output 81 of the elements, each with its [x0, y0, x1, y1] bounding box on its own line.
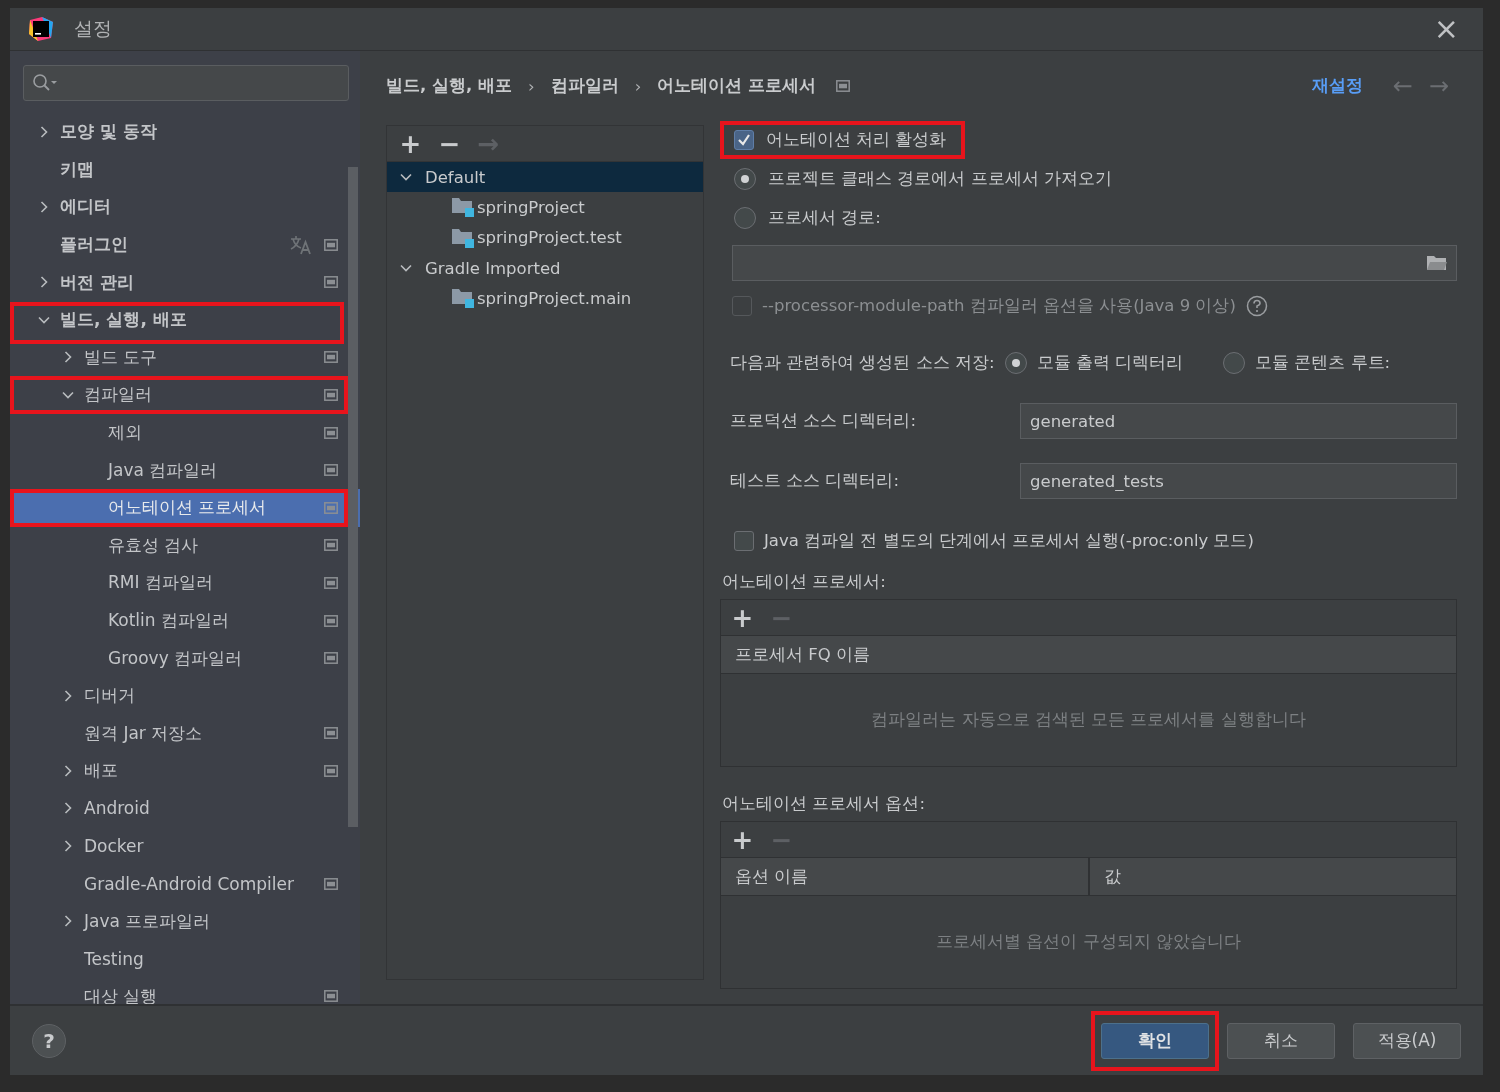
settings-tree-item[interactable]: 원격 Jar 저장소: [10, 714, 360, 753]
module-folder-icon: [451, 226, 475, 249]
radio-label: 모듈 출력 디렉터리: [1036, 352, 1184, 374]
profile-tree-item[interactable]: Default: [387, 162, 703, 193]
empty-table-text: 컴파일러는 자동으로 검색된 모든 프로세서를 실행합니다: [871, 709, 1306, 731]
settings-tree-item[interactable]: 플러그인: [10, 225, 360, 264]
dialog-button[interactable]: 취소: [1227, 1022, 1335, 1059]
checkbox-row[interactable]: 어노테이션 처리 활성화: [720, 121, 965, 159]
settings-tree-item[interactable]: Testing: [10, 940, 360, 978]
directory-field[interactable]: generated: [1020, 403, 1457, 439]
settings-tree-item[interactable]: 대상 실행: [10, 977, 360, 1004]
profile-tree-item[interactable]: springProject.main: [387, 283, 703, 314]
settings-tree-item[interactable]: Gradle-Android Compiler: [10, 864, 360, 903]
profile-tree-item[interactable]: springProject.test: [387, 222, 703, 253]
radio-button[interactable]: [734, 206, 756, 229]
settings-tree-item[interactable]: Android: [10, 789, 360, 828]
search-field[interactable]: [23, 65, 349, 101]
toolbar-button[interactable]: +: [391, 129, 430, 158]
radio-button[interactable]: [1004, 352, 1027, 374]
settings-tree-item[interactable]: Groovy 컴파일러: [10, 639, 360, 677]
empty-table-text: 프로세서별 옵션이 구성되지 않았습니다: [936, 931, 1241, 953]
dialog-button[interactable]: 적용(A): [1353, 1022, 1461, 1059]
module-folder-icon: [451, 196, 475, 219]
help-icon[interactable]: [1245, 295, 1268, 317]
section-label: 어노테이션 프로세서 옵션:: [721, 793, 927, 815]
column-header[interactable]: 옵션 이름: [721, 858, 1090, 895]
settings-tree-item[interactable]: 어노테이션 프로세서: [10, 488, 360, 527]
settings-tree-item[interactable]: Kotlin 컴파일러: [10, 601, 360, 640]
search-icon: [32, 73, 58, 93]
checkbox[interactable]: [734, 531, 754, 551]
breadcrumb-separator: ›: [634, 76, 642, 96]
help-button[interactable]: ?: [32, 1023, 66, 1058]
radio-label: 프로젝트 클래스 경로에서 프로세서 가져오기: [768, 167, 1112, 190]
processor-path-field[interactable]: [732, 245, 1457, 281]
radio-label: 프로세서 경로:: [768, 206, 881, 229]
field-label: 테스트 소스 디렉터리:: [730, 470, 901, 492]
settings-tree-item[interactable]: Docker: [10, 827, 360, 865]
settings-tree-item[interactable]: 에디터: [10, 188, 360, 226]
checkbox-label: --processor-module-path 컴파일러 옵션을 사용(Java 9 이상): [762, 295, 1236, 317]
app-logo-icon: [28, 16, 54, 42]
settings-tree-item[interactable]: Java 컴파일러: [10, 451, 360, 489]
toolbar-button[interactable]: +: [723, 825, 762, 854]
breadcrumb-item: 빌드, 실행, 배포: [386, 75, 513, 97]
project-scope-icon: [836, 80, 850, 92]
radio-button[interactable]: [734, 167, 756, 190]
close-button[interactable]: ×: [1427, 14, 1465, 44]
field-label: 다음과 관련하여 생성된 소스 저장:: [730, 352, 995, 374]
checkbox-label: Java 컴파일 전 별도의 단계에서 프로세서 실행(-proc:only 모드): [764, 530, 1254, 552]
scrollbar-thumb[interactable]: [348, 167, 358, 827]
radio-label: 모듈 콘텐츠 루트:: [1255, 352, 1391, 374]
column-header[interactable]: 프로세서 FQ 이름: [721, 636, 1456, 673]
directory-field[interactable]: generated_tests: [1020, 463, 1457, 499]
breadcrumb-separator: ›: [528, 76, 535, 96]
profile-tree-item[interactable]: springProject: [387, 192, 703, 223]
settings-tree-item[interactable]: 버전 관리: [10, 263, 360, 301]
window-title: 설정: [74, 16, 112, 41]
toolbar-button[interactable]: −: [430, 129, 469, 158]
module-folder-icon: [451, 287, 475, 310]
settings-tree-item[interactable]: 모양 및 동작: [10, 113, 360, 151]
settings-tree-item[interactable]: RMI 컴파일러: [10, 564, 360, 602]
breadcrumb-item: 컴파일러: [550, 75, 619, 97]
settings-tree-item[interactable]: 디버거: [10, 676, 360, 715]
reset-link[interactable]: 재설정: [1311, 75, 1363, 97]
column-header[interactable]: 값: [1089, 858, 1456, 895]
settings-tree-item[interactable]: Java 프로파일러: [10, 902, 360, 941]
toolbar-button[interactable]: +: [723, 603, 762, 632]
settings-tree-item[interactable]: 컴파일러: [10, 376, 360, 414]
settings-tree-item[interactable]: 유효성 검사: [10, 526, 360, 565]
field-label: 프로덕션 소스 디렉터리:: [730, 410, 918, 432]
dialog-button[interactable]: 확인: [1101, 1022, 1209, 1059]
profile-tree-item[interactable]: Gradle Imported: [387, 252, 703, 284]
radio-button[interactable]: [1223, 352, 1246, 374]
settings-tree-item[interactable]: 빌드 도구: [10, 338, 360, 377]
settings-tree-item[interactable]: 키맵: [10, 150, 360, 189]
breadcrumb-item: 어노테이션 프로세서: [657, 75, 816, 97]
settings-tree-item[interactable]: 배포: [10, 752, 360, 790]
folder-icon: [1426, 254, 1448, 272]
section-label: 어노테이션 프로세서:: [721, 571, 887, 593]
checkbox[interactable]: [734, 130, 754, 150]
settings-tree-item[interactable]: 제외: [10, 413, 360, 452]
settings-tree-item[interactable]: 빌드, 실행, 배포: [10, 300, 360, 339]
